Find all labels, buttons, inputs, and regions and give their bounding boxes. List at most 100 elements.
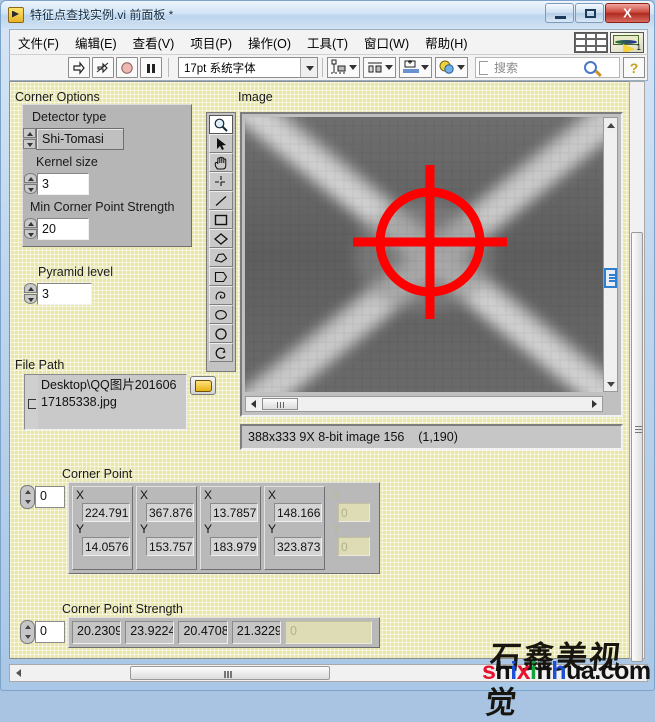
decrement-icon[interactable] (24, 294, 37, 304)
image-hscroll-thumb[interactable] (262, 398, 298, 410)
scroll-left-icon[interactable] (246, 397, 260, 411)
corner-point-x-value[interactable]: 367.876 (146, 503, 194, 522)
corner-point-strength-index-value[interactable]: 0 (35, 621, 65, 643)
tool-pan[interactable] (209, 153, 233, 172)
run-button[interactable] (68, 57, 90, 78)
scroll-right-icon[interactable] (588, 397, 602, 411)
pyramid-level-control[interactable]: 3 (24, 283, 92, 305)
search-input[interactable]: 搜索 (475, 57, 620, 78)
kernel-size-value[interactable]: 3 (37, 173, 89, 195)
panel-vscroll-thumb[interactable] (631, 232, 643, 662)
panel-vertical-scrollbar[interactable] (629, 81, 645, 662)
menu-tools[interactable]: 工具(T) (299, 30, 356, 55)
menu-view[interactable]: 查看(V) (125, 30, 183, 55)
corner-point-y-value[interactable]: 183.979 (210, 537, 258, 556)
font-selector[interactable]: 17pt 系统字体 (178, 57, 318, 78)
reorder-objects-button[interactable] (435, 57, 468, 78)
chevron-down-icon[interactable] (300, 58, 317, 77)
tool-annulus[interactable] (209, 343, 233, 362)
corner-point-element[interactable]: X 13.7857 Y 183.979 (200, 486, 261, 570)
file-path-value[interactable]: Desktop\QQ图片20160617185338.jpg (38, 375, 186, 429)
tool-broken-line[interactable] (209, 267, 233, 286)
corner-point-y-value[interactable]: 323.873 (274, 537, 322, 556)
corner-point-y-value[interactable]: 153.757 (146, 537, 194, 556)
image-vscroll-thumb[interactable] (604, 268, 617, 288)
strength-value[interactable]: 21.3229 (231, 621, 281, 644)
detector-type-value[interactable]: Shi-Tomasi (36, 128, 124, 150)
close-button[interactable]: X (605, 3, 650, 23)
file-path-control[interactable]: Desktop\QQ图片20160617185338.jpg (24, 374, 187, 430)
kernel-size-control[interactable]: 3 (24, 173, 89, 195)
browse-file-button[interactable] (190, 376, 216, 395)
corner-point-index[interactable]: 0 (20, 485, 65, 509)
decrement-icon[interactable] (24, 229, 37, 239)
tool-rectangle[interactable] (209, 210, 233, 229)
scroll-left-icon[interactable] (10, 665, 26, 681)
image-horizontal-scrollbar[interactable] (245, 396, 603, 412)
strength-value[interactable]: 20.4708 (178, 621, 228, 644)
detector-type-control[interactable]: Shi-Tomasi (23, 128, 124, 150)
abort-button[interactable] (116, 57, 138, 78)
menu-window[interactable]: 窗口(W) (356, 30, 417, 55)
corner-point-index-spinner[interactable] (20, 485, 35, 509)
min-corner-strength-control[interactable]: 20 (24, 218, 89, 240)
tool-oval[interactable] (209, 324, 233, 343)
menu-help[interactable]: 帮助(H) (417, 30, 475, 55)
minimize-button[interactable] (545, 3, 574, 23)
menu-project[interactable]: 项目(P) (182, 30, 240, 55)
search-icon[interactable] (584, 61, 597, 74)
increment-icon[interactable] (24, 218, 37, 228)
tool-freehand-region[interactable] (209, 305, 233, 324)
menu-edit[interactable]: 编辑(E) (67, 30, 125, 55)
increment-icon[interactable] (23, 128, 36, 138)
pause-button[interactable] (140, 57, 162, 78)
corner-point-y-value[interactable]: 14.0576 (82, 537, 130, 556)
menu-file[interactable]: 文件(F) (10, 30, 67, 55)
pyramid-level-value[interactable]: 3 (37, 283, 92, 305)
corner-point-x-value[interactable]: 13.7857 (210, 503, 258, 522)
min-corner-strength-value[interactable]: 20 (37, 218, 89, 240)
vi-icon-badge[interactable]: 1 (610, 32, 644, 53)
context-help-button[interactable]: ? (623, 57, 645, 78)
tool-line[interactable] (209, 191, 233, 210)
corner-point-element[interactable]: X 367.876 Y 153.757 (136, 486, 197, 570)
image-vertical-scrollbar[interactable] (603, 117, 618, 392)
decrement-icon[interactable] (24, 184, 37, 194)
kernel-size-spinner[interactable] (24, 173, 37, 194)
decrement-icon[interactable] (23, 139, 36, 149)
corner-point-index-value[interactable]: 0 (35, 486, 65, 508)
panel-horizontal-scrollbar[interactable] (9, 664, 648, 682)
run-continuously-button[interactable] (92, 57, 114, 78)
align-objects-button[interactable] (327, 57, 360, 78)
scroll-down-icon[interactable] (604, 378, 617, 391)
strength-value[interactable]: 23.9224 (125, 621, 175, 644)
min-corner-strength-spinner[interactable] (24, 218, 37, 239)
image-display[interactable] (240, 112, 623, 417)
tool-select[interactable] (209, 134, 233, 153)
tool-polygon[interactable] (209, 248, 233, 267)
increment-icon[interactable] (24, 173, 37, 183)
increment-icon[interactable] (24, 283, 37, 293)
scroll-up-icon[interactable] (604, 118, 617, 131)
maximize-button[interactable] (575, 3, 604, 23)
image-viewport[interactable] (245, 117, 603, 392)
distribute-objects-button[interactable] (363, 57, 396, 78)
corner-point-array[interactable]: X 224.791 Y 14.0576 X 367.876 Y 153.757 … (68, 482, 380, 574)
resize-objects-button[interactable] (399, 57, 432, 78)
corner-point-strength-index[interactable]: 0 (20, 620, 65, 644)
corner-point-element[interactable]: X 148.166 Y 323.873 (264, 486, 325, 570)
connector-pane[interactable] (574, 32, 608, 53)
tool-rotated-rectangle[interactable] (209, 229, 233, 248)
tool-point[interactable] (209, 172, 233, 191)
tool-zoom[interactable] (209, 115, 233, 134)
corner-point-strength-array[interactable]: 20.2309 23.9224 20.4708 21.3229 0 (68, 617, 380, 648)
panel-hscroll-thumb[interactable] (130, 666, 330, 680)
pyramid-level-spinner[interactable] (24, 283, 37, 304)
detector-type-spinner[interactable] (23, 128, 36, 149)
corner-point-strength-index-spinner[interactable] (20, 620, 35, 644)
corner-point-x-value[interactable]: 224.791 (82, 503, 130, 522)
menu-operate[interactable]: 操作(O) (240, 30, 299, 55)
corner-point-element[interactable]: X 224.791 Y 14.0576 (72, 486, 133, 570)
corner-point-x-value[interactable]: 148.166 (274, 503, 322, 522)
tool-freehand-line[interactable] (209, 286, 233, 305)
